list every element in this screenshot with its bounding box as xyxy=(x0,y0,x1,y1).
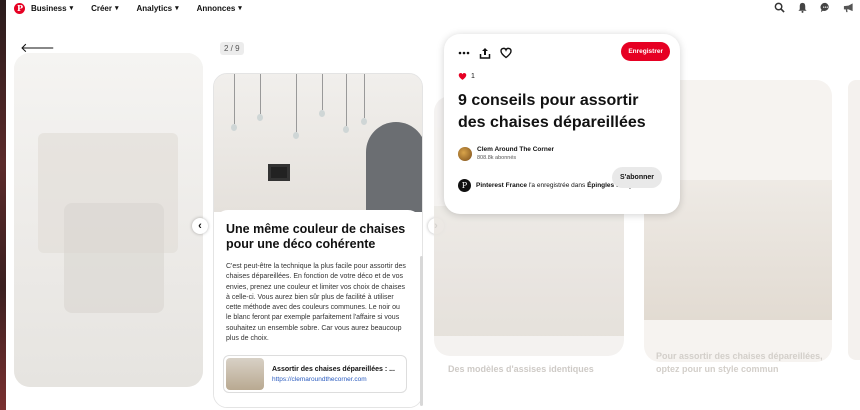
likes-row: 1 xyxy=(458,72,666,81)
save-button[interactable]: Enregistrer xyxy=(621,42,670,61)
story-page-body: C'est peut-être la technique la plus fac… xyxy=(226,263,406,343)
chevron-left-icon: ‹ xyxy=(198,220,202,232)
saved-by-user[interactable]: Pinterest France xyxy=(476,182,527,189)
likes-count[interactable]: 1 xyxy=(471,73,475,80)
story-page-title: Une même couleur de chaises pour une déc… xyxy=(226,222,406,251)
pendant-lamp-bulb xyxy=(319,110,325,117)
nav-actions xyxy=(774,2,854,13)
pinterest-logo-icon[interactable] xyxy=(14,2,25,14)
pendant-lamp-bulb xyxy=(231,124,237,131)
search-icon[interactable] xyxy=(774,2,785,13)
nav-ads-label: Annonces xyxy=(196,3,236,13)
pin-viewer: 🡐 2 / 9 Une même couleur de chaises pour… xyxy=(6,16,860,410)
previous-page-chair-shape xyxy=(64,203,164,313)
heart-icon[interactable] xyxy=(500,46,512,59)
wall-frame-picture xyxy=(268,164,290,181)
app-frame: Business▾ Créer▾ Analytics▾ Annonces▾ 🡐 … xyxy=(0,0,860,410)
chevron-down-icon: ▾ xyxy=(69,5,74,12)
page-indicator: 2 / 9 xyxy=(220,42,244,55)
article-link-card[interactable]: Assortir des chaises dépareillées : ... … xyxy=(223,355,407,393)
pendant-lamp-wire xyxy=(296,74,297,132)
follow-button[interactable]: S'abonner xyxy=(612,167,662,188)
nav-create-label: Créer xyxy=(91,3,112,13)
nav-business[interactable]: Business ▾ xyxy=(31,4,73,13)
pendant-lamp-wire xyxy=(234,74,235,124)
pinterest-avatar-icon: P xyxy=(458,179,471,192)
pin-actions: Enregistrer xyxy=(458,42,670,61)
pendant-lamp-bulb xyxy=(257,114,263,121)
article-link-title: Assortir des chaises dépareillées : ... xyxy=(272,365,395,373)
chevron-down-icon: ▾ xyxy=(238,5,242,12)
pin-info-panel: Enregistrer 1 9 conseils pour assortir d… xyxy=(444,34,680,214)
scrollbar[interactable] xyxy=(420,256,423,406)
share-icon[interactable] xyxy=(479,46,491,59)
pin-title: 9 conseils pour assortir des chaises dép… xyxy=(458,92,646,131)
story-photo xyxy=(214,74,422,212)
article-link-url[interactable]: https://clemaroundthecorner.com xyxy=(272,376,395,383)
article-thumbnail xyxy=(226,358,264,390)
more-options-icon[interactable] xyxy=(458,46,470,58)
author-name[interactable]: Clem Around The Corner xyxy=(477,146,554,153)
chevron-down-icon: ▾ xyxy=(175,5,179,12)
announcements-megaphone-icon[interactable] xyxy=(843,2,854,13)
nav-analytics-label: Analytics xyxy=(136,3,173,13)
reaction-heart-icon xyxy=(458,73,467,80)
article-link-text: Assortir des chaises dépareillées : ... … xyxy=(272,366,395,383)
story-page-edge xyxy=(848,80,860,360)
notifications-bell-icon[interactable] xyxy=(797,2,808,13)
pendant-lamp-bulb xyxy=(361,118,367,125)
pendant-lamp-wire xyxy=(322,74,323,110)
messages-icon[interactable] xyxy=(820,2,831,13)
arched-shelf xyxy=(366,122,422,212)
next-page-caption: Des modèles d'assises identiques xyxy=(448,364,594,374)
previous-story-page[interactable] xyxy=(14,53,203,387)
next-page-image xyxy=(434,206,624,336)
pendant-lamp-wire xyxy=(346,74,347,126)
pendant-lamp-wire xyxy=(364,74,365,118)
nav-analytics[interactable]: Analytics ▾ xyxy=(137,4,179,13)
author-followers: 808.8k abonnés xyxy=(477,155,517,161)
following-page-caption: Pour assortir des chaises dépareillées, … xyxy=(656,351,823,374)
nav-ads[interactable]: Annonces ▾ xyxy=(197,4,242,13)
author-avatar[interactable] xyxy=(458,146,472,161)
chevron-down-icon: ▾ xyxy=(115,5,119,12)
previous-page-button[interactable]: ‹ xyxy=(192,218,208,234)
story-text-panel: Une même couleur de chaises pour une déc… xyxy=(214,210,422,407)
nav-create[interactable]: Créer ▾ xyxy=(91,4,118,13)
pendant-lamp-bulb xyxy=(343,126,349,133)
current-story-page: Une même couleur de chaises pour une déc… xyxy=(213,73,423,408)
pendant-lamp-wire xyxy=(260,74,261,114)
pendant-lamp-bulb xyxy=(293,132,299,139)
top-navigation: Business▾ Créer▾ Analytics▾ Annonces▾ xyxy=(6,0,860,16)
author-row: Clem Around The Corner 808.8k abonnés xyxy=(458,146,666,161)
author-info: Clem Around The Corner 808.8k abonnés xyxy=(477,146,554,161)
nav-business-label: Business xyxy=(31,3,67,13)
saved-by-text: l'a enregistrée dans xyxy=(526,182,588,189)
